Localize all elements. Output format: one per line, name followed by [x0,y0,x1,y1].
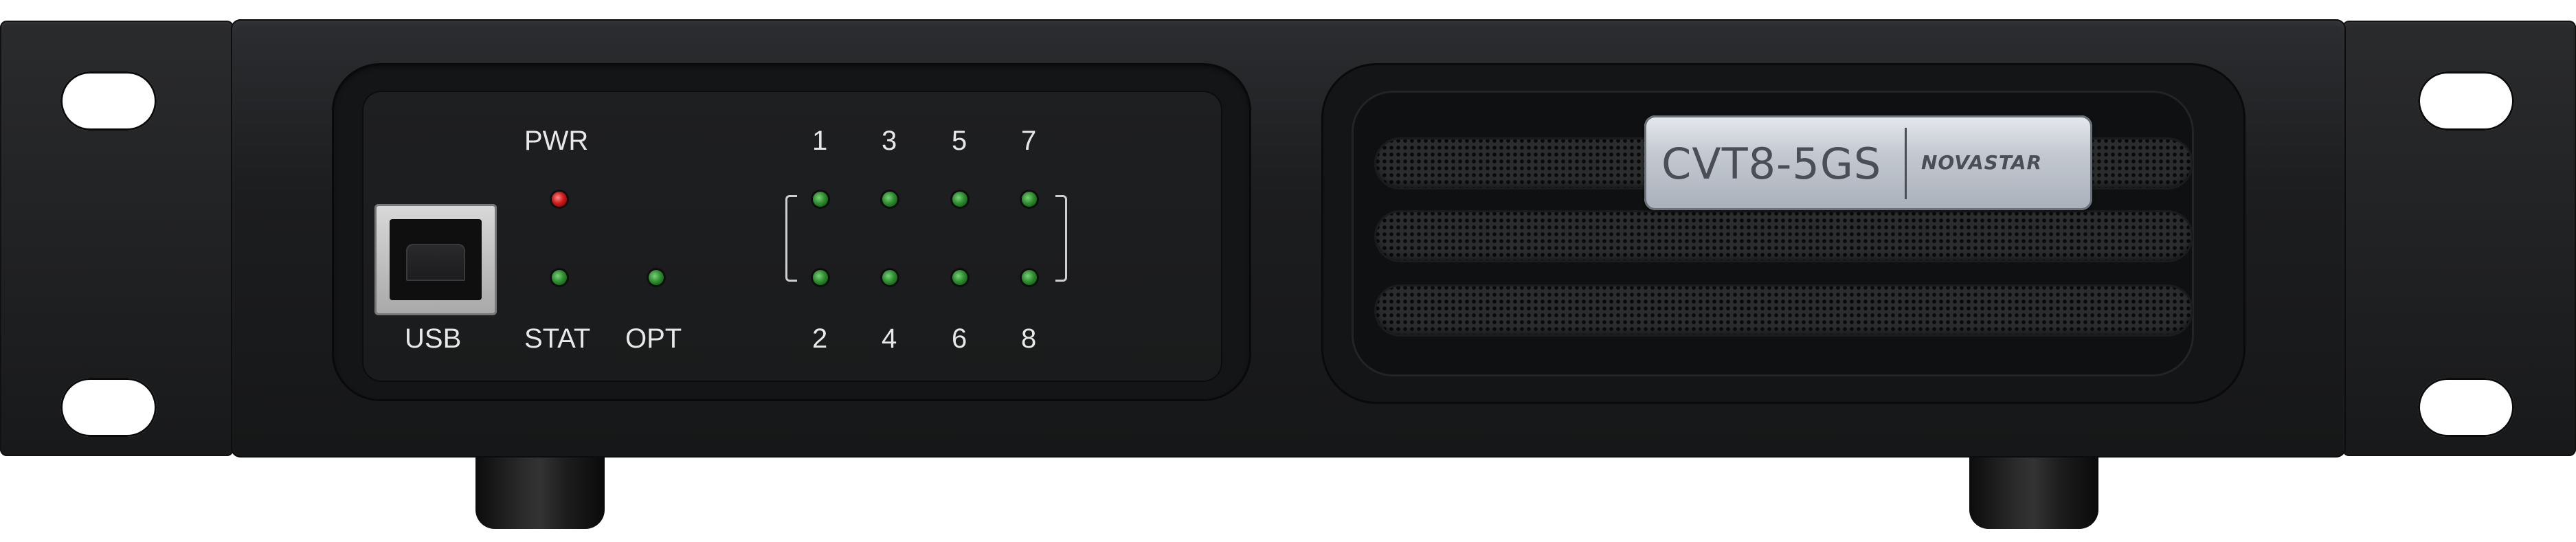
model-name: CVT8-5GS [1661,139,1882,189]
port-3-led [882,192,897,207]
opt-led [649,270,664,285]
usb-port-opening [390,219,482,300]
port-2-led [813,270,828,285]
brand-logo: NOVASTAR [1921,151,2042,174]
vent-grille-bottom [1374,284,2193,337]
port-4-label: 4 [882,324,897,354]
badge-divider [1905,128,1907,199]
vent-grille-middle [1374,210,2193,262]
port-1-led [813,192,828,207]
stat-led [552,270,567,285]
pwr-label: PWR [524,126,589,156]
port-led-bracket-right [1055,195,1067,282]
left-bottom-mounting-hole [60,378,157,437]
port-1-label: 1 [812,126,828,156]
opt-label: OPT [625,324,682,354]
port-7-led [1022,192,1037,207]
usb-label: USB [405,324,462,354]
port-8-label: 8 [1021,324,1037,354]
right-rack-ear [2342,21,2576,456]
port-4-led [882,270,897,285]
port-5-led [952,192,967,207]
usb-port-connector [406,244,465,281]
port-6-label: 6 [952,324,967,354]
stat-label: STAT [524,324,591,354]
left-rack-ear [0,21,234,456]
right-top-mounting-hole [2418,71,2514,131]
port-3-label: 3 [882,126,897,156]
port-2-label: 2 [812,324,828,354]
right-bottom-mounting-hole [2418,378,2514,437]
left-top-mounting-hole [60,71,157,131]
usb-port[interactable] [374,204,497,315]
port-8-led [1022,270,1037,285]
pwr-led [552,192,567,207]
port-7-label: 7 [1021,126,1037,156]
left-foot [475,453,605,529]
port-5-label: 5 [952,126,967,156]
port-led-bracket-left [785,195,797,282]
right-foot [1969,453,2098,529]
port-6-led [952,270,967,285]
